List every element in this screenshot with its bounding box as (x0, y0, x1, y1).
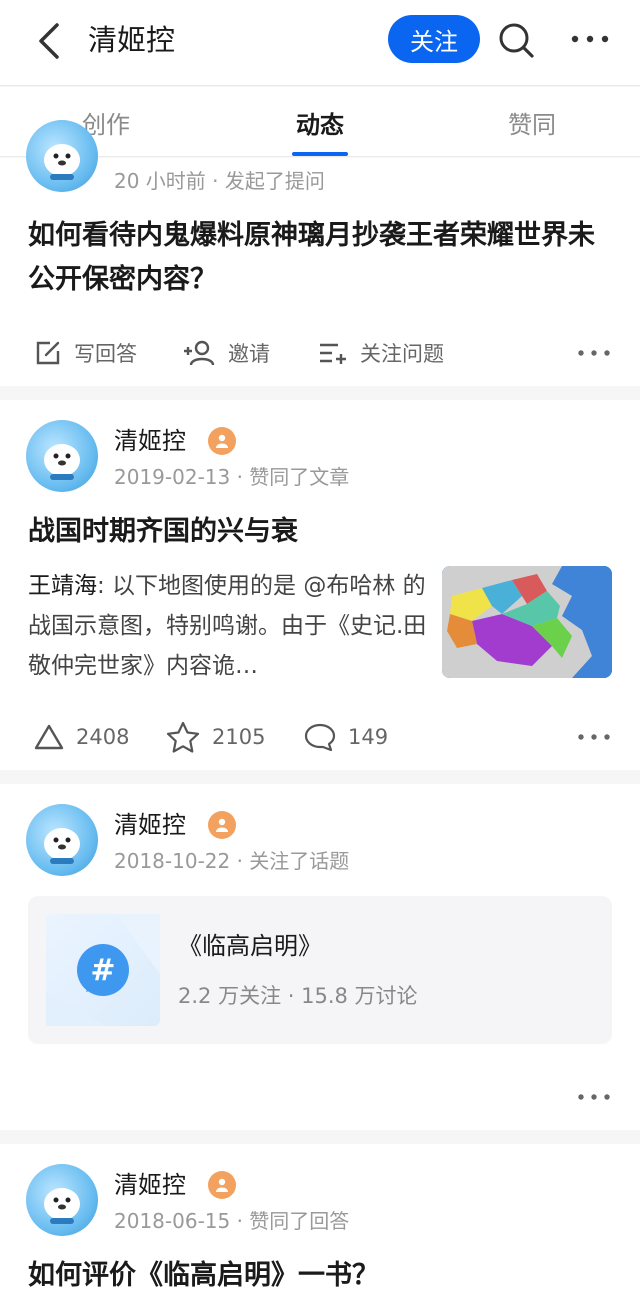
activity-meta: 2018-06-15 · 赞同了回答 (114, 1209, 350, 1233)
avatar[interactable] (26, 804, 98, 876)
tab-likes[interactable]: 赞同 (472, 87, 592, 157)
more-options-icon[interactable] (568, 22, 612, 56)
upvote-button[interactable]: 2408 (34, 712, 129, 762)
topic-card[interactable]: # 《临高启明》 2.2 万关注 · 15.8 万讨论 (28, 896, 612, 1044)
tab-activity[interactable]: 动态 (260, 87, 380, 157)
answer-button[interactable]: 写回答 (34, 328, 137, 378)
hashtag-icon: # (46, 914, 160, 1026)
question-actions: 写回答 邀请 关注问题 (0, 328, 640, 378)
follow-list-icon (320, 343, 346, 364)
follow-button[interactable]: 关注 (388, 15, 480, 63)
activity-meta: 20 小时前 · 发起了提问 (114, 169, 325, 193)
invite-button[interactable]: 邀请 (182, 328, 270, 378)
avatar[interactable] (26, 1164, 98, 1236)
user-badge-icon (208, 811, 236, 839)
user-name[interactable]: 清姬控 (114, 426, 186, 456)
favorite-button[interactable]: 2105 (166, 712, 265, 762)
avatar[interactable] (26, 420, 98, 492)
follow-question-button[interactable]: 关注问题 (318, 328, 444, 378)
user-name[interactable]: 清姬控 (114, 810, 186, 840)
comment-icon (304, 723, 336, 752)
edit-icon (36, 341, 60, 365)
favorite-count: 2105 (212, 725, 266, 749)
feed-card-answer: 清姬控 2018-06-15 · 赞同了回答 如何评价《临高启明》一书？ (0, 1144, 640, 1301)
more-icon[interactable] (576, 1084, 612, 1110)
more-icon[interactable] (576, 340, 612, 366)
more-icon[interactable] (576, 724, 612, 750)
page-title: 清姬控 (88, 23, 176, 57)
question-title[interactable]: 如何评价《临高启明》一书？ (28, 1254, 618, 1298)
topic-stats: 2.2 万关注 · 15.8 万讨论 (178, 984, 418, 1008)
upvote-icon (34, 724, 64, 750)
topic-title: 《临高启明》 (178, 932, 322, 960)
user-name[interactable]: 清姬控 (114, 1170, 186, 1200)
tab-active-indicator (292, 152, 348, 156)
search-icon[interactable] (496, 20, 536, 60)
top-bar: 清姬控 关注 (0, 0, 640, 86)
avatar[interactable] (26, 120, 98, 192)
user-badge-icon (208, 1171, 236, 1199)
invite-user-icon (184, 340, 215, 366)
article-excerpt[interactable]: 王靖海: 以下地图使用的是 @布哈林 的战国示意图，特别鸣谢。由于《史记.田敬仲… (28, 566, 428, 686)
feed-card-question: 20 小时前 · 发起了提问 如何看待内鬼爆料原神璃月抄袭王者荣耀世界未公开保密… (0, 120, 640, 386)
svg-text:#: # (90, 953, 115, 988)
author-name: 王靖海 (28, 573, 97, 599)
follow-question-label: 关注问题 (360, 342, 444, 366)
comment-count: 149 (348, 725, 389, 749)
answer-label: 写回答 (74, 342, 137, 366)
back-icon[interactable] (28, 18, 68, 64)
topic-image: # (46, 914, 160, 1026)
activity-meta: 2019-02-13 · 赞同了文章 (114, 465, 350, 489)
article-actions: 2408 2105 149 (0, 712, 640, 762)
star-icon (166, 721, 200, 753)
invite-label: 邀请 (228, 342, 270, 366)
article-title[interactable]: 战国时期齐国的兴与衰 (28, 510, 618, 554)
article-thumbnail-map[interactable] (442, 566, 612, 678)
comment-button[interactable]: 149 (304, 712, 388, 762)
question-title[interactable]: 如何看待内鬼爆料原神璃月抄袭王者荣耀世界未公开保密内容？ (28, 214, 618, 302)
upvote-count: 2408 (76, 725, 130, 749)
activity-meta: 2018-10-22 · 关注了话题 (114, 849, 350, 873)
user-badge-icon (208, 427, 236, 455)
